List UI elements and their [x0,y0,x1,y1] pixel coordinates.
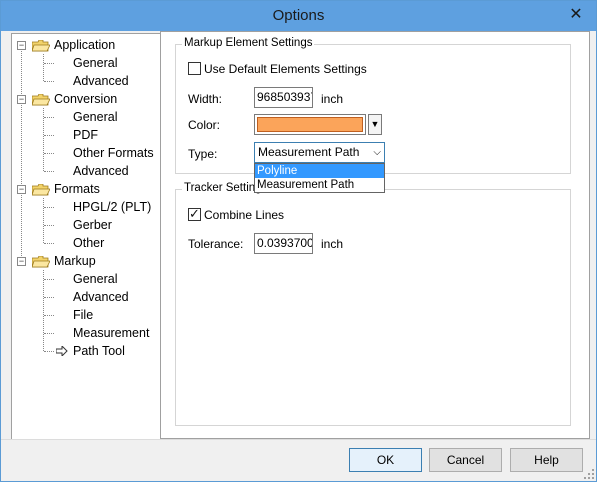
options-window: Options ✕ − Application General Advanced… [0,0,597,482]
window-title: Options [272,7,325,24]
settings-panel: Markup Element Settings Use Default Elem… [160,31,590,439]
color-swatch-fill [257,117,363,132]
cancel-button[interactable]: Cancel [429,448,502,472]
tree-item-application-general[interactable]: General [73,54,117,72]
color-swatch[interactable] [254,114,366,135]
collapse-icon[interactable]: − [17,41,26,50]
tree-item-formats-other[interactable]: Other [73,234,104,252]
collapse-icon[interactable]: − [17,185,26,194]
tree-connector [44,351,54,352]
tree-group-markup[interactable]: Markup [54,252,96,270]
tree-item-application-advanced[interactable]: Advanced [73,72,129,90]
folder-open-icon [32,94,50,106]
help-button[interactable]: Help [510,448,583,472]
tree-connector [44,135,54,136]
tree-connector [21,48,22,264]
options-tree: − Application General Advanced − Convers… [11,33,161,441]
dialog-body: − Application General Advanced − Convers… [7,31,590,441]
tree-connector [44,279,54,280]
type-label: Type: [188,147,218,161]
tree-group-application[interactable]: Application [54,36,115,54]
tree-connector [44,315,54,316]
tree-item-markup-advanced[interactable]: Advanced [73,288,129,306]
tree-connector [44,63,54,64]
tree-item-markup-general[interactable]: General [73,270,117,288]
selected-arrow-icon [56,346,68,356]
tolerance-label: Tolerance: [188,237,244,251]
color-picker[interactable]: ▼ [254,114,384,135]
folder-open-icon [32,256,50,268]
tree-item-formats-gerber[interactable]: Gerber [73,216,112,234]
type-option-measurement-path[interactable]: Measurement Path [255,178,384,192]
combine-lines-label: Combine Lines [204,208,285,222]
tree-item-conversion-advanced[interactable]: Advanced [73,162,129,180]
tree-connector [43,198,44,243]
width-label: Width: [188,92,223,106]
resize-grip-icon[interactable] [584,469,594,479]
tree-connector [44,153,54,154]
dialog-footer: OK Cancel Help [1,439,596,481]
tree-connector [43,54,44,81]
markup-settings-group-label: Markup Element Settings [182,37,315,49]
tree-item-markup-file[interactable]: File [73,306,93,324]
color-label: Color: [188,118,221,132]
width-unit: inch [321,92,344,106]
tree-group-formats[interactable]: Formats [54,180,100,198]
tree-item-markup-measurement[interactable]: Measurement [73,324,149,342]
tree-connector [44,207,54,208]
tree-item-markup-path-tool[interactable]: Path Tool [73,342,125,360]
type-select[interactable]: Measurement Path ⌵ [254,142,385,163]
tree-item-conversion-other-formats[interactable]: Other Formats [73,144,154,162]
tree-item-formats-hpgl[interactable]: HPGL/2 (PLT) [73,198,151,216]
type-select-value: Measurement Path [258,145,360,159]
tree-connector [44,171,54,172]
folder-open-icon [32,184,50,196]
tree-connector [43,270,44,351]
use-default-elements-checkbox[interactable] [188,62,201,75]
title-bar[interactable]: Options ✕ [1,1,596,31]
tree-connector [44,81,54,82]
width-input[interactable]: 968503937 [254,87,313,108]
chevron-down-icon[interactable]: ▼ [368,114,382,135]
tree-connector [44,333,54,334]
tracker-settings-group: Tracker Settings [175,182,571,426]
close-icon[interactable]: ✕ [562,5,590,25]
tree-connector [44,243,54,244]
tree-group-conversion[interactable]: Conversion [54,90,117,108]
combine-lines-checkbox[interactable] [188,206,201,222]
tree-connector [44,297,54,298]
ok-button[interactable]: OK [349,448,422,472]
tree-connector [44,225,54,226]
folder-open-icon [32,40,50,52]
type-option-polyline[interactable]: Polyline [255,164,384,178]
use-default-elements-label: Use Default Elements Settings [204,62,367,76]
tree-item-conversion-pdf[interactable]: PDF [73,126,98,144]
collapse-icon[interactable]: − [17,257,26,266]
type-dropdown-list: Polyline Measurement Path [254,163,385,193]
tree-item-conversion-general[interactable]: General [73,108,117,126]
chevron-down-icon: ⌵ [373,147,381,158]
collapse-icon[interactable]: − [17,95,26,104]
tolerance-input[interactable]: 0.03937007 [254,233,313,254]
tree-connector [44,117,54,118]
tolerance-unit: inch [321,237,344,251]
